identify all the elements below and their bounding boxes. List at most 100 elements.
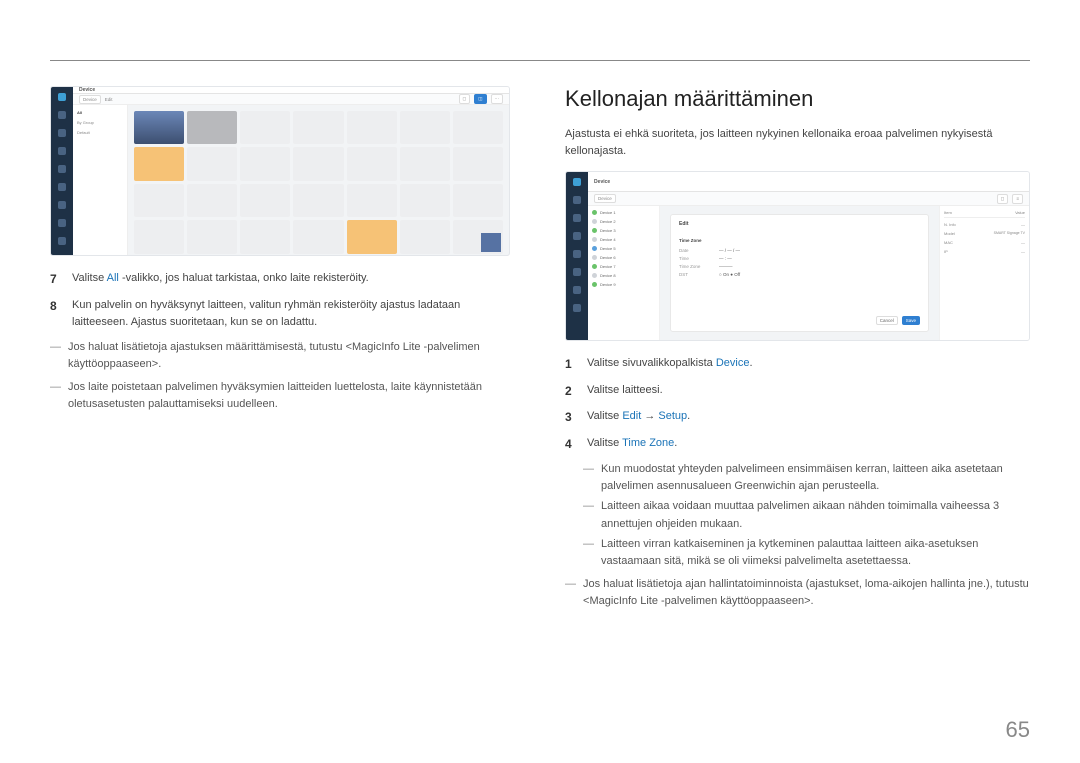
note-dash-icon: ―	[50, 339, 60, 373]
ss-nav-icon	[573, 196, 581, 204]
screenshot-device-grid: Device Device Edit ◻ ◫ ⋯ All By Group D	[50, 86, 510, 256]
ss-title: Device	[79, 87, 95, 93]
ss-title: Device	[594, 179, 610, 185]
ss-tile	[293, 147, 343, 180]
subnote-text: Laitteen virran katkaiseminen ja kytkemi…	[601, 536, 1030, 570]
ss-nav-icon	[573, 286, 581, 294]
ss-tile	[134, 111, 184, 144]
step-text: Valitse sivuvalikkopalkista Device.	[587, 355, 1030, 374]
all-link: All	[107, 272, 119, 284]
device-link: Device	[716, 357, 750, 369]
subnote: ― Kun muodostat yhteyden palvelimeen ens…	[583, 461, 1030, 495]
ss-tile	[400, 147, 450, 180]
top-divider	[50, 60, 1030, 61]
ss-tile	[134, 220, 184, 253]
note-dash-icon: ―	[583, 461, 593, 495]
ss-tool-btn: Device	[594, 194, 616, 203]
ss-body: Device Device ◻ ≡ Device 1 Device 2 Devi…	[588, 172, 1029, 340]
step-text: Valitse Time Zone.	[587, 435, 1030, 454]
ss-tool-btn: ◻	[997, 194, 1009, 204]
note-dash-icon: ―	[583, 536, 593, 570]
ss-nav-icon	[58, 147, 66, 155]
step-number: 1	[565, 355, 575, 374]
ss-nav-icon	[573, 304, 581, 312]
note-text: Jos laite poistetaan palvelimen hyväksym…	[68, 379, 510, 413]
ss-nav-icon	[58, 237, 66, 245]
ss-tile	[240, 220, 290, 253]
ss-tile	[134, 147, 184, 180]
page-number: 65	[1006, 717, 1030, 743]
ss-section-title: Time Zone	[679, 238, 920, 243]
ss-sidebar	[566, 172, 588, 340]
ss-tile	[400, 111, 450, 144]
right-steps: 1 Valitse sivuvalikkopalkista Device. 2 …	[565, 355, 1030, 453]
note: ― Jos haluat lisätietoja ajastuksen määr…	[50, 339, 510, 373]
ss-lp-item: By Group	[77, 119, 123, 126]
ss-right-panel: Item Value N. Info— ModelSMART Signage T…	[939, 206, 1029, 340]
ss-nav-icon	[573, 268, 581, 276]
ss-header: Device	[588, 172, 1029, 192]
ss-nav-icon	[58, 183, 66, 191]
ss-tile	[240, 111, 290, 144]
subnote-text: Laitteen aikaa voidaan muuttaa palvelime…	[601, 498, 1030, 532]
ss-tile	[293, 220, 343, 253]
note-text: Jos haluat lisätietoja ajan hallintatoim…	[583, 576, 1030, 610]
intro-text: Ajastusta ei ehkä suoriteta, jos laittee…	[565, 126, 1030, 159]
subnote: ― Laitteen aikaa voidaan muuttaa palveli…	[583, 498, 1030, 532]
ss-logo-icon	[58, 93, 66, 101]
ss-nav-icon	[573, 250, 581, 258]
step-number: 2	[565, 382, 575, 401]
ss-tile	[134, 184, 184, 217]
step-number: 7	[50, 270, 60, 289]
ss-tile	[453, 184, 503, 217]
ss-device-list: Device 1 Device 2 Device 3 Device 4 Devi…	[588, 206, 660, 340]
ss-toolbar: Device ◻ ≡	[588, 192, 1029, 206]
ss-edit-modal: Edit Time Zone Date— / — / — Time— : — T…	[670, 214, 929, 332]
ss-nav-icon	[58, 129, 66, 137]
step-text: Valitse laitteesi.	[587, 382, 1030, 401]
ss-logo-icon	[573, 178, 581, 186]
ss-nav-icon	[58, 165, 66, 173]
ss-tile	[187, 220, 237, 253]
left-column: Device Device Edit ◻ ◫ ⋯ All By Group D	[50, 86, 510, 614]
edit-link: Edit	[622, 410, 641, 422]
ss-header: Device	[73, 87, 509, 94]
ss-tile	[187, 184, 237, 217]
ss-tool-btn: ◻	[459, 94, 471, 104]
step-number: 8	[50, 297, 60, 331]
ss-tile	[240, 147, 290, 180]
note: ― Jos haluat lisätietoja ajan hallintato…	[565, 576, 1030, 610]
ss-nav-icon	[573, 214, 581, 222]
ss-tile	[347, 184, 397, 217]
ss-tile	[187, 111, 237, 144]
ss-tile	[240, 184, 290, 217]
subnote: ― Laitteen virran katkaiseminen ja kytke…	[583, 536, 1030, 570]
ss-left-panel: All By Group Default	[73, 105, 128, 256]
ss-tool-btn: ⋯	[491, 94, 504, 104]
ss-grid	[128, 105, 509, 256]
note-dash-icon: ―	[565, 576, 575, 610]
ss-tile	[400, 220, 450, 253]
ss-tile	[453, 147, 503, 180]
screenshot-timezone-edit: Device Device ◻ ≡ Device 1 Device 2 Devi…	[565, 171, 1030, 341]
ss-sidebar	[51, 87, 73, 255]
step-text: Valitse Edit → Setup.	[587, 408, 1030, 427]
step-number: 4	[565, 435, 575, 454]
timezone-link: Time Zone	[622, 437, 674, 449]
ss-tile	[347, 220, 397, 253]
ss-tile	[293, 111, 343, 144]
ss-content: All By Group Default	[73, 105, 509, 256]
step-text: Kun palvelin on hyväksynyt laitteen, val…	[72, 297, 510, 331]
ss-lp-item: Default	[77, 129, 123, 136]
ss-lp-item: All	[77, 109, 123, 116]
ss-nav-icon	[58, 201, 66, 209]
ss-nav-icon	[573, 232, 581, 240]
ss-tool-btn-view: ◫	[474, 94, 486, 104]
ss-main: Edit Time Zone Date— / — / — Time— : — T…	[660, 206, 939, 340]
setup-link: Setup	[658, 410, 687, 422]
ss-body: Device Device Edit ◻ ◫ ⋯ All By Group D	[73, 87, 509, 255]
ss-tile	[347, 111, 397, 144]
ss-tile	[187, 147, 237, 180]
two-column-layout: Device Device Edit ◻ ◫ ⋯ All By Group D	[50, 86, 1030, 614]
right-column: Kellonajan määrittäminen Ajastusta ei eh…	[565, 86, 1030, 614]
